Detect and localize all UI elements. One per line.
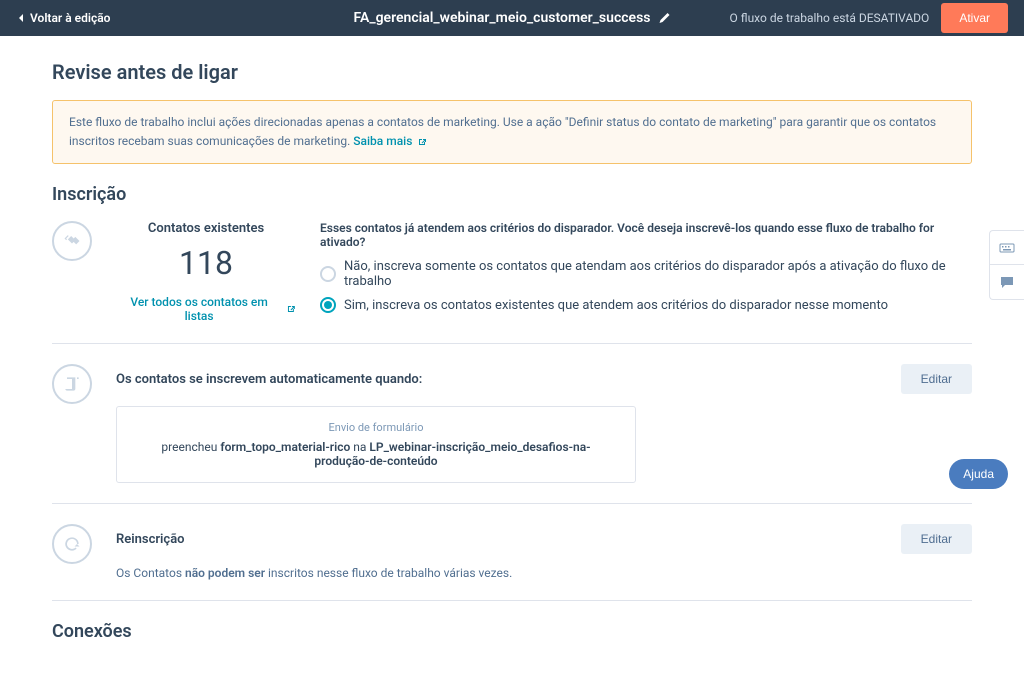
handshake-icon — [62, 231, 82, 251]
auto-enroll-body: Os contatos se inscrevem automaticamente… — [116, 364, 972, 483]
auto-enroll-block: Os contatos se inscrevem automaticamente… — [52, 364, 972, 483]
workflow-status: O fluxo de trabalho está DESATIVADO — [730, 11, 930, 25]
existing-contacts-count: 118 — [116, 244, 296, 282]
trigger-title: Envio de formulário — [137, 421, 615, 434]
external-link-icon — [417, 137, 427, 147]
auto-enroll-edit-button[interactable]: Editar — [901, 364, 972, 394]
chat-icon — [999, 274, 1015, 290]
refresh-icon — [62, 534, 82, 554]
divider — [52, 503, 972, 504]
trigger-box: Envio de formulário preencheu form_topo_… — [116, 406, 636, 483]
page-title: Revise antes de ligar — [52, 60, 972, 84]
help-button[interactable]: Ajuda — [949, 459, 1008, 489]
refresh-icon-circle — [52, 524, 92, 564]
notice-text: Este fluxo de trabalho inclui ações dire… — [69, 115, 936, 148]
back-label: Voltar à edição — [30, 11, 110, 25]
radio-unchecked-icon — [320, 266, 336, 282]
side-tool-keyboard[interactable] — [990, 231, 1024, 265]
side-tool-chat[interactable] — [990, 265, 1024, 299]
reenroll-header-text: Reinscrição — [116, 532, 185, 547]
reenroll-header: Reinscrição Editar — [116, 524, 972, 554]
workflow-title-wrap: FA_gerencial_webinar_meio_customer_succe… — [354, 10, 671, 26]
chevron-left-icon — [16, 13, 26, 23]
side-tools — [989, 230, 1024, 300]
main-container: Revise antes de ligar Este fluxo de trab… — [52, 36, 972, 682]
reenroll-block: Reinscrição Editar Os Contatos não podem… — [52, 524, 972, 580]
enroll-option-yes[interactable]: Sim, inscreva os contatos existentes que… — [320, 297, 972, 313]
enrollment-section-title: Inscrição — [52, 184, 972, 205]
keyboard-icon — [999, 240, 1015, 256]
workflow-title: FA_gerencial_webinar_meio_customer_succe… — [354, 10, 651, 26]
existing-contacts-label: Contatos existentes — [116, 221, 296, 236]
auto-enroll-header-text: Os contatos se inscrevem automaticamente… — [116, 372, 422, 387]
enroll-question-col: Esses contatos já atendem aos critérios … — [320, 221, 972, 323]
enroll-question: Esses contatos já atendem aos critérios … — [320, 221, 972, 249]
external-link-icon — [286, 304, 296, 314]
enroll-option-no[interactable]: Não, inscreva somente os contatos que at… — [320, 259, 972, 289]
reenroll-body: Reinscrição Editar Os Contatos não podem… — [116, 524, 972, 580]
activate-button[interactable]: Ativar — [941, 3, 1008, 33]
scroll-icon-circle — [52, 364, 92, 404]
trigger-description: preencheu form_topo_material-rico na LP_… — [137, 440, 615, 468]
scroll-icon — [62, 374, 82, 394]
pencil-icon[interactable] — [658, 12, 670, 24]
auto-enroll-header: Os contatos se inscrevem automaticamente… — [116, 364, 972, 394]
existing-contacts-col: Contatos existentes 118 Ver todos os con… — [116, 221, 296, 323]
divider — [52, 343, 972, 344]
radio-checked-icon — [320, 297, 336, 313]
topbar: Voltar à edição FA_gerencial_webinar_mei… — [0, 0, 1024, 36]
enrollment-row: Contatos existentes 118 Ver todos os con… — [52, 221, 972, 323]
connections-section-title: Conexões — [52, 621, 972, 642]
notice-learn-more-link[interactable]: Saiba mais — [353, 134, 427, 148]
back-to-edit-link[interactable]: Voltar à edição — [16, 11, 110, 25]
handshake-icon-circle — [52, 221, 92, 261]
marketing-notice: Este fluxo de trabalho inclui ações dire… — [52, 100, 972, 164]
reenroll-edit-button[interactable]: Editar — [901, 524, 972, 554]
reenroll-description: Os Contatos não podem ser inscritos ness… — [116, 566, 972, 580]
divider — [52, 600, 972, 601]
view-all-contacts-link[interactable]: Ver todos os contatos em listas — [116, 295, 296, 323]
topbar-right: O fluxo de trabalho está DESATIVADO Ativ… — [730, 3, 1008, 33]
